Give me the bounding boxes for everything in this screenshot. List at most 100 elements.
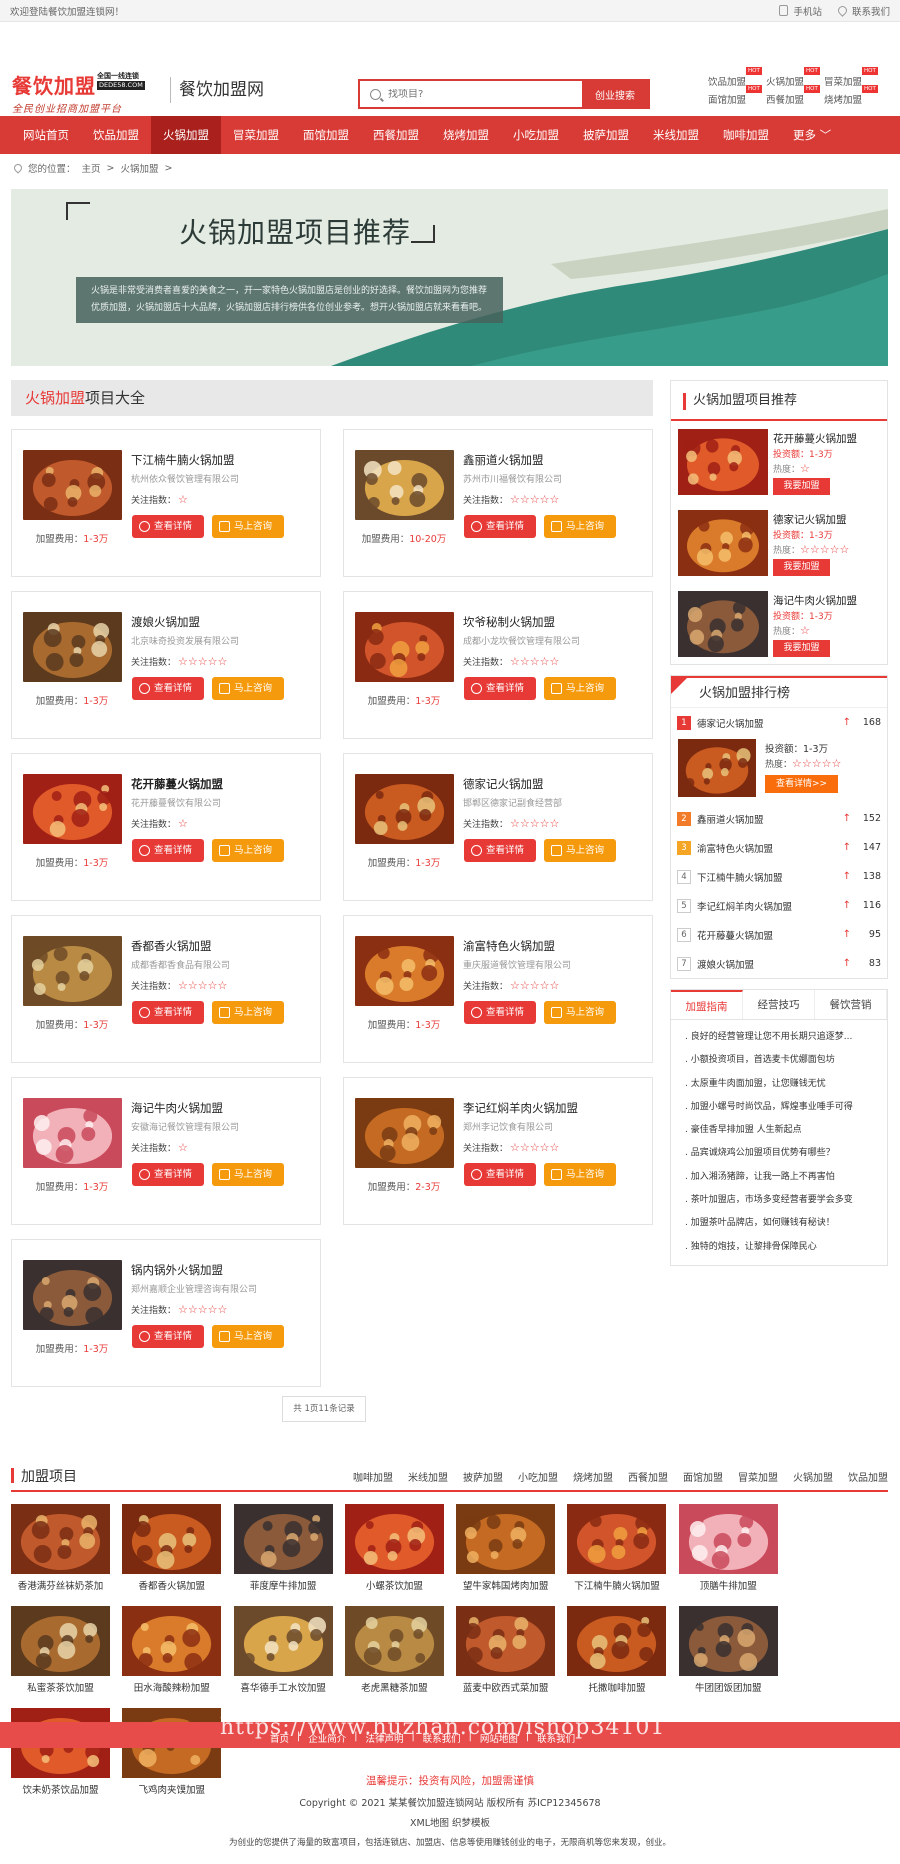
thumb-image[interactable]	[456, 1504, 556, 1574]
project-name[interactable]: 德家记火锅加盟	[463, 776, 544, 792]
article-link[interactable]: . 茶叶加盟店，市场多变经营者要学会多变	[685, 1189, 873, 1212]
tab-1[interactable]: 经营技巧	[743, 990, 815, 1019]
nav-item-10[interactable]: 咖啡加盟	[711, 116, 781, 154]
recommend-image[interactable]	[678, 510, 768, 576]
project-image[interactable]	[355, 612, 454, 682]
category-link[interactable]: 面馆加盟	[683, 1469, 723, 1484]
rank-name[interactable]: 德家记火锅加盟	[697, 716, 764, 730]
project-image[interactable]	[23, 450, 122, 520]
project-image[interactable]	[355, 774, 454, 844]
project-image[interactable]	[355, 1098, 454, 1168]
thumb-image[interactable]	[122, 1504, 222, 1574]
search-button[interactable]: 创业搜索	[582, 81, 648, 107]
category-link[interactable]: 披萨加盟	[463, 1469, 503, 1484]
view-details-button[interactable]: 查看详情	[464, 677, 536, 700]
ranking-item[interactable]: 6 花开藤蔓火锅加盟 ↑ 95	[671, 920, 887, 949]
project-thumb[interactable]: 喜华德手工水饺加盟	[233, 1606, 333, 1694]
nav-item-11[interactable]: 更多 ﹀	[781, 116, 843, 154]
project-image[interactable]	[23, 1260, 122, 1330]
project-image[interactable]	[23, 1098, 122, 1168]
project-image[interactable]	[355, 936, 454, 1006]
nav-item-4[interactable]: 面馆加盟	[291, 116, 361, 154]
consult-button[interactable]: 马上咨询	[212, 1163, 284, 1186]
project-image[interactable]	[23, 612, 122, 682]
ranking-item[interactable]: 4 下江楠牛腩火锅加盟 ↑ 138	[671, 862, 887, 891]
hot-link-4[interactable]: 西餐加盟 HOT	[766, 85, 820, 106]
rank-name[interactable]: 渝富特色火锅加盟	[697, 841, 773, 855]
nav-item-8[interactable]: 披萨加盟	[571, 116, 641, 154]
view-details-button[interactable]: 查看详情	[132, 1325, 204, 1348]
article-link[interactable]: . 品宾诚烧鸡公加盟项目优势有哪些？	[685, 1142, 873, 1165]
article-link[interactable]: . 加入湘汤猪蹄，让我一路上不再害怕	[685, 1166, 873, 1189]
category-link[interactable]: 饮品加盟	[848, 1469, 888, 1484]
breadcrumb-home[interactable]: 主页	[82, 161, 101, 175]
rank-name[interactable]: 渡娘火锅加盟	[697, 957, 754, 971]
nav-item-9[interactable]: 米线加盟	[641, 116, 711, 154]
project-name[interactable]: 渝富特色火锅加盟	[463, 938, 555, 954]
thumb-caption[interactable]: 蓝麦中欧西式菜加盟	[456, 1680, 555, 1694]
consult-button[interactable]: 马上咨询	[544, 1163, 616, 1186]
project-thumb[interactable]: 香港满芬丝袜奶茶加	[11, 1504, 110, 1592]
article-link[interactable]: . 豪佳香早排加盟 人生新起点	[685, 1119, 873, 1142]
thumb-image[interactable]	[456, 1606, 556, 1676]
nav-item-2[interactable]: 火锅加盟	[151, 116, 221, 154]
project-name[interactable]: 锅内锅外火锅加盟	[131, 1262, 223, 1278]
category-link[interactable]: 烧烤加盟	[573, 1469, 613, 1484]
project-thumb[interactable]: 菲度摩牛排加盟	[233, 1504, 333, 1592]
thumb-caption[interactable]: 田水海酸辣粉加盟	[122, 1680, 221, 1694]
contact-link[interactable]: 联系我们	[836, 4, 890, 18]
ranking-item[interactable]: 2 鑫丽道火锅加盟 ↑ 152	[671, 804, 887, 833]
recommend-name[interactable]: 德家记火锅加盟	[773, 512, 847, 527]
project-image[interactable]	[23, 774, 122, 844]
view-details-button[interactable]: 查看详情	[132, 839, 204, 862]
recommend-name[interactable]: 花开藤蔓火锅加盟	[773, 431, 857, 446]
project-image[interactable]	[355, 450, 454, 520]
thumb-caption[interactable]: 下江楠牛腩火锅加盟	[567, 1578, 666, 1592]
consult-button[interactable]: 马上咨询	[544, 1001, 616, 1024]
view-details-button[interactable]: 查看详情	[132, 677, 204, 700]
breadcrumb-current[interactable]: 火锅加盟	[121, 161, 159, 175]
rank-name[interactable]: 花开藤蔓火锅加盟	[697, 928, 773, 942]
thumb-image[interactable]	[233, 1504, 333, 1574]
recommend-image[interactable]	[678, 429, 768, 495]
thumb-caption[interactable]: 小螺茶饮加盟	[345, 1578, 444, 1592]
view-details-button[interactable]: 查看详情	[464, 515, 536, 538]
thumb-caption[interactable]: 私蜜茶茶饮加盟	[11, 1680, 110, 1694]
nav-item-5[interactable]: 西餐加盟	[361, 116, 431, 154]
nav-item-6[interactable]: 烧烤加盟	[431, 116, 501, 154]
thumb-image[interactable]	[344, 1606, 444, 1676]
thumb-image[interactable]	[344, 1504, 444, 1574]
project-thumb[interactable]: 托撒咖啡加盟	[567, 1606, 667, 1694]
mobile-link[interactable]: 手机站	[779, 4, 822, 18]
thumb-caption[interactable]: 望牛家韩国烤肉加盟	[456, 1578, 555, 1592]
nav-item-7[interactable]: 小吃加盟	[501, 116, 571, 154]
view-details-button[interactable]: 查看详情	[464, 1001, 536, 1024]
project-name[interactable]: 李记红焖羊肉火锅加盟	[463, 1100, 578, 1116]
project-name[interactable]: 坎爷秘制火锅加盟	[463, 614, 555, 630]
consult-button[interactable]: 马上咨询	[544, 839, 616, 862]
recommend-name[interactable]: 海记牛肉火锅加盟	[773, 593, 857, 608]
category-link[interactable]: 咖啡加盟	[353, 1469, 393, 1484]
thumb-caption[interactable]: 托撒咖啡加盟	[567, 1680, 666, 1694]
ranking-feature-image[interactable]	[678, 739, 756, 797]
article-link[interactable]: . 太原重牛肉面加盟，让您赚钱无忧	[685, 1073, 873, 1096]
project-name[interactable]: 渡娘火锅加盟	[131, 614, 200, 630]
project-thumb[interactable]: 下江楠牛腩火锅加盟	[567, 1504, 667, 1592]
thumb-image[interactable]	[678, 1504, 778, 1574]
consult-button[interactable]: 马上咨询	[212, 515, 284, 538]
rank-name[interactable]: 鑫丽道火锅加盟	[697, 812, 764, 826]
nav-item-1[interactable]: 饮品加盟	[81, 116, 151, 154]
thumb-caption[interactable]: 老虎黑糖茶加盟	[345, 1680, 444, 1694]
ranking-item[interactable]: 7 渡娘火锅加盟 ↑ 83	[671, 949, 887, 978]
project-name[interactable]: 海记牛肉火锅加盟	[131, 1100, 223, 1116]
view-details-button[interactable]: 查看详情	[132, 1001, 204, 1024]
project-name[interactable]: 香都香火锅加盟	[131, 938, 212, 954]
ranking-item[interactable]: 5 李记红焖羊肉火锅加盟 ↑ 116	[671, 891, 887, 920]
category-link[interactable]: 小吃加盟	[518, 1469, 558, 1484]
consult-button[interactable]: 马上咨询	[212, 1001, 284, 1024]
thumb-image[interactable]	[11, 1606, 110, 1676]
view-details-button[interactable]: 查看详情	[464, 1163, 536, 1186]
article-link[interactable]: . 加盟茶叶品牌店，如何赚钱有秘诀！	[685, 1212, 873, 1235]
footer-sitemap[interactable]: XML地图 织梦模板	[0, 1815, 900, 1829]
site-logo[interactable]: 餐饮加盟 全国一线连锁 DEDE58.COM 全民创业招商加盟平台	[12, 70, 167, 115]
